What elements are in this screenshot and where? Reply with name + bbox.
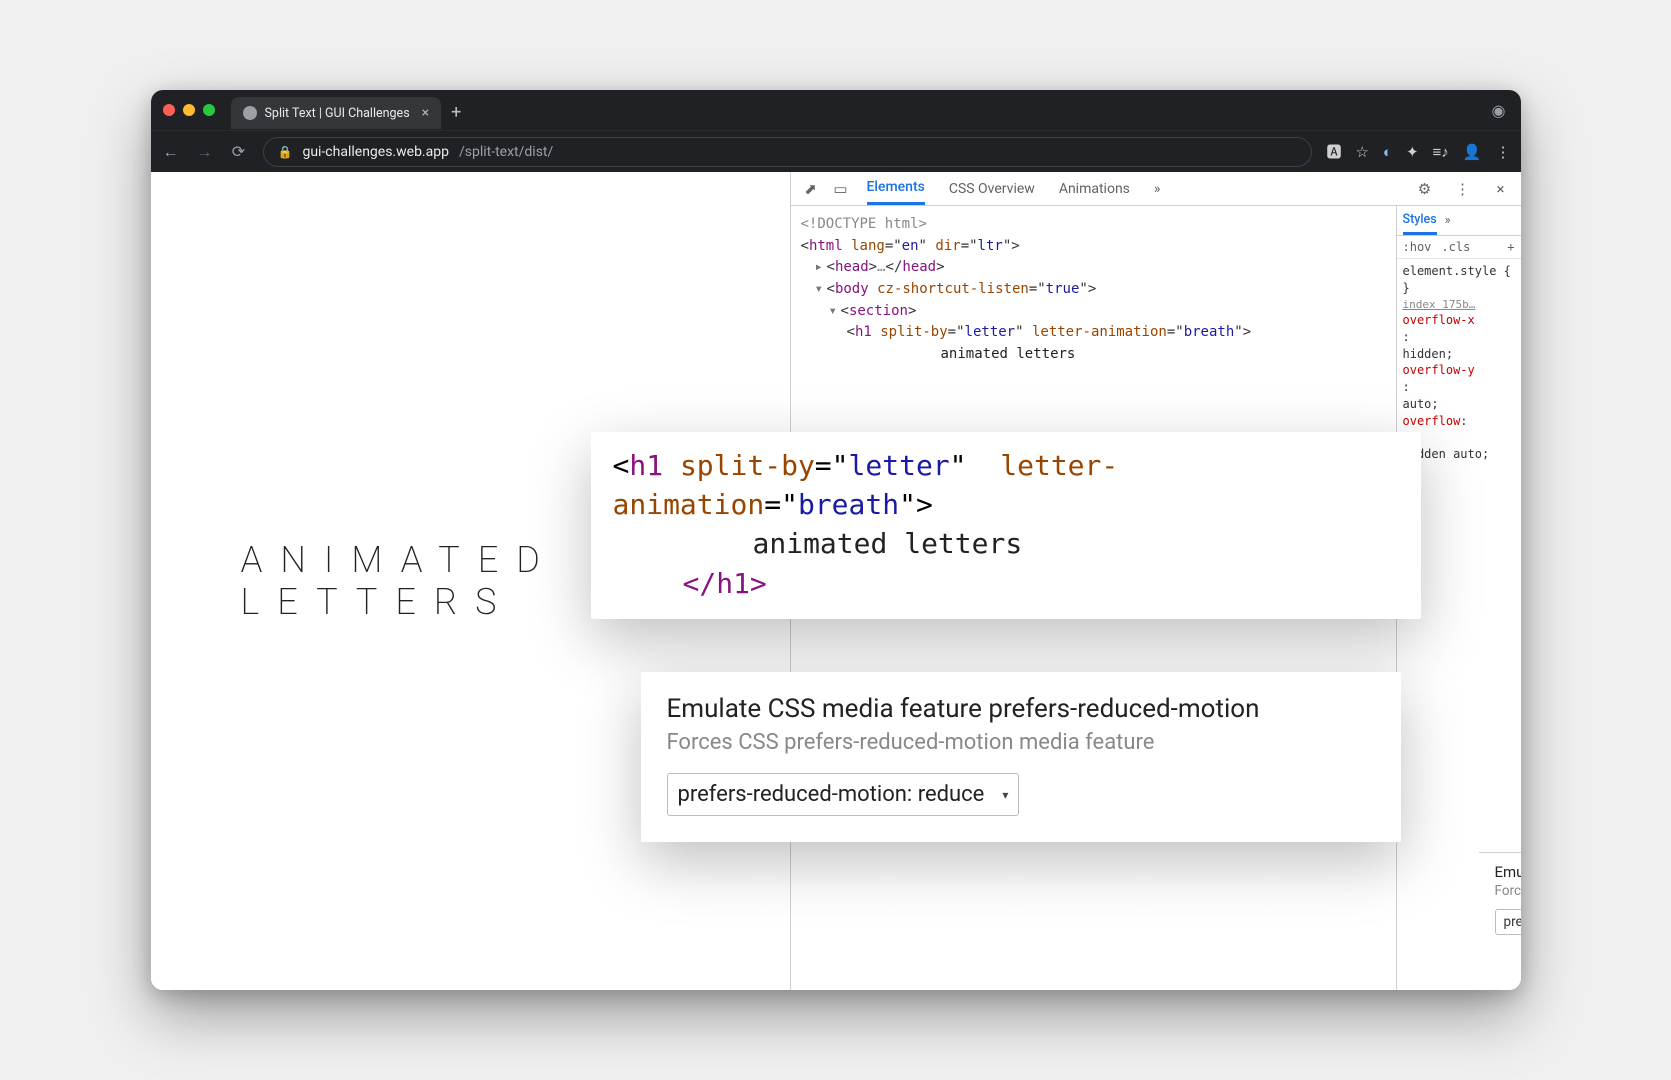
content-area: ANIMATED LETTERS ⬈ ▭ Elements CSS Overvi… — [151, 172, 1521, 990]
doctype-line: <!DOCTYPE html> — [801, 214, 1386, 236]
head-line[interactable]: ▸<head>…</head> — [801, 257, 1386, 279]
extension-icon[interactable]: ◐ — [1383, 143, 1392, 161]
callout-code-zoom: <h1 split-by="letter" letter-animation="… — [591, 432, 1421, 619]
render-title: Emulate CSS media feature prefers-reduce… — [1495, 863, 1521, 881]
render-subtitle: Forces CSS prefers-reduced-motion media … — [1495, 883, 1521, 899]
tab-close-button[interactable]: × — [422, 105, 429, 121]
reload-button[interactable]: ⟳ — [229, 142, 249, 161]
tab-css-overview[interactable]: CSS Overview — [949, 172, 1035, 205]
tab-more[interactable]: » — [1154, 172, 1161, 205]
hov-toggle[interactable]: :hov — [1403, 240, 1432, 254]
devtools-tabs: Elements CSS Overview Animations » — [867, 172, 1161, 205]
element-style-open: element.style { — [1403, 263, 1515, 280]
url-path: /split-text/dist/ — [459, 144, 553, 160]
rule-1: overflow-y:auto; — [1403, 362, 1515, 412]
forward-button: → — [195, 142, 215, 162]
kebab-icon[interactable]: ⋮ — [1451, 180, 1475, 198]
element-style-close: } — [1403, 280, 1515, 297]
address-bar[interactable]: 🔒 gui-challenges.web.app/split-text/dist… — [263, 137, 1313, 167]
source-file-link[interactable]: index 175b… — [1403, 297, 1515, 312]
new-rule-button[interactable]: + — [1507, 240, 1514, 254]
browser-tab[interactable]: Split Text | GUI Challenges × — [231, 97, 442, 129]
browser-window: Split Text | GUI Challenges × + ◉ ← → ⟳ … — [151, 90, 1521, 990]
translate-icon[interactable]: 🅰 — [1326, 141, 1341, 162]
close-devtools-icon[interactable]: × — [1489, 180, 1513, 198]
maximize-window-button[interactable] — [203, 104, 215, 116]
reading-list-icon[interactable]: ≡♪ — [1433, 143, 1449, 161]
tab-elements[interactable]: Elements — [867, 172, 925, 205]
styles-more[interactable]: » — [1445, 213, 1451, 228]
tab-strip: Split Text | GUI Challenges × + ◉ — [151, 90, 1521, 130]
tab-title: Split Text | GUI Challenges — [265, 106, 410, 121]
profile-icon[interactable]: 👤 — [1463, 143, 1482, 161]
chrome-top: Split Text | GUI Challenges × + ◉ ← → ⟳ … — [151, 90, 1521, 172]
prefs-subtitle: Forces CSS prefers-reduced-motion media … — [667, 730, 1375, 755]
html-open-line: <html lang="en" dir="ltr"> — [801, 236, 1386, 258]
callout-code-close: </h1> — [683, 567, 767, 600]
select-value: prefers-reduced-motion: reduce — [678, 782, 985, 807]
lock-icon: 🔒 — [278, 145, 293, 159]
inspect-icon[interactable]: ⬈ — [799, 180, 823, 198]
callout-prefs-zoom: Emulate CSS media feature prefers-reduce… — [641, 672, 1401, 842]
tab-styles[interactable]: Styles — [1403, 206, 1437, 235]
select-value-small: prefers-reduced-motion: reduce — [1504, 914, 1521, 930]
tab-animations[interactable]: Animations — [1059, 172, 1130, 205]
window-controls — [163, 104, 215, 116]
chevron-down-icon: ▾ — [1002, 788, 1008, 802]
devtools-toolbar: ⬈ ▭ Elements CSS Overview Animations » ⚙… — [791, 172, 1521, 206]
back-button[interactable]: ← — [161, 142, 181, 162]
cls-toggle[interactable]: .cls — [1441, 240, 1470, 254]
close-window-button[interactable] — [163, 104, 175, 116]
menu-icon[interactable]: ⋮ — [1496, 143, 1511, 161]
section-open-line[interactable]: ▾<section> — [801, 301, 1386, 323]
rendering-drawer: × Emulate CSS media feature prefers-redu… — [1479, 852, 1521, 951]
url-host: gui-challenges.web.app — [302, 144, 449, 160]
toolbar: ← → ⟳ 🔒 gui-challenges.web.app/split-tex… — [151, 130, 1521, 172]
account-icon[interactable]: ◉ — [1489, 101, 1509, 120]
body-open-line[interactable]: ▾<body cz-shortcut-listen="true"> — [801, 279, 1386, 301]
rule-0: overflow-x:hidden; — [1403, 312, 1515, 362]
h1-text-node[interactable]: animated letters — [801, 344, 1386, 366]
styles-subbar: :hov .cls + — [1397, 236, 1521, 259]
prefers-reduced-motion-select-small[interactable]: prefers-reduced-motion: reduce ▾ — [1495, 909, 1521, 935]
extensions-puzzle-icon[interactable]: ✦ — [1406, 143, 1419, 161]
minimize-window-button[interactable] — [183, 104, 195, 116]
h1-open-line[interactable]: <h1 split-by="letter" letter-animation="… — [801, 322, 1386, 344]
prefers-reduced-motion-select[interactable]: prefers-reduced-motion: reduce ▾ — [667, 773, 1020, 816]
prefs-title: Emulate CSS media feature prefers-reduce… — [667, 694, 1375, 724]
styles-tabs: Styles » — [1397, 206, 1521, 236]
favicon-icon — [243, 106, 257, 120]
callout-code-text: animated letters — [613, 524, 1399, 563]
bookmark-icon[interactable]: ☆ — [1355, 143, 1368, 161]
device-toggle-icon[interactable]: ▭ — [829, 180, 853, 198]
settings-gear-icon[interactable]: ⚙ — [1413, 180, 1437, 198]
toolbar-right: 🅰 ☆ ◐ ✦ ≡♪ 👤 ⋮ — [1326, 141, 1510, 162]
new-tab-button[interactable]: + — [451, 102, 461, 123]
